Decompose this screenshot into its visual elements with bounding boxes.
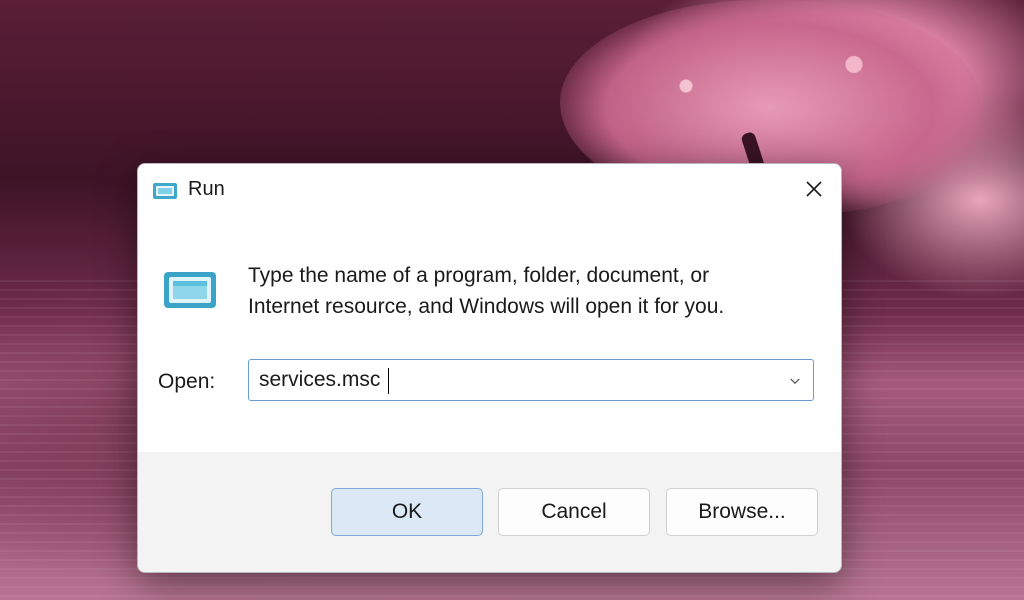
run-dialog: Run Type the name of a program, folder, … [137, 163, 842, 573]
open-combobox[interactable] [248, 359, 814, 401]
open-label: Open: [158, 370, 216, 393]
run-program-icon [162, 268, 218, 312]
close-icon [804, 179, 824, 203]
browse-button[interactable]: Browse... [666, 488, 818, 536]
button-footer: OK Cancel Browse... [138, 452, 841, 572]
ok-button[interactable]: OK [331, 488, 483, 536]
window-title: Run [188, 178, 225, 200]
text-caret [388, 368, 389, 394]
title-bar[interactable]: Run [138, 164, 841, 218]
close-button[interactable] [787, 164, 841, 218]
instruction-line-1: Type the name of a program, folder, docu… [248, 264, 710, 287]
run-icon [152, 181, 178, 201]
open-input[interactable] [259, 364, 779, 396]
chevron-down-icon [789, 371, 801, 390]
instruction-line-2: Internet resource, and Windows will open… [248, 295, 725, 318]
instruction-text: Type the name of a program, folder, docu… [248, 260, 808, 322]
cancel-button[interactable]: Cancel [498, 488, 650, 536]
dropdown-button[interactable] [783, 368, 807, 392]
